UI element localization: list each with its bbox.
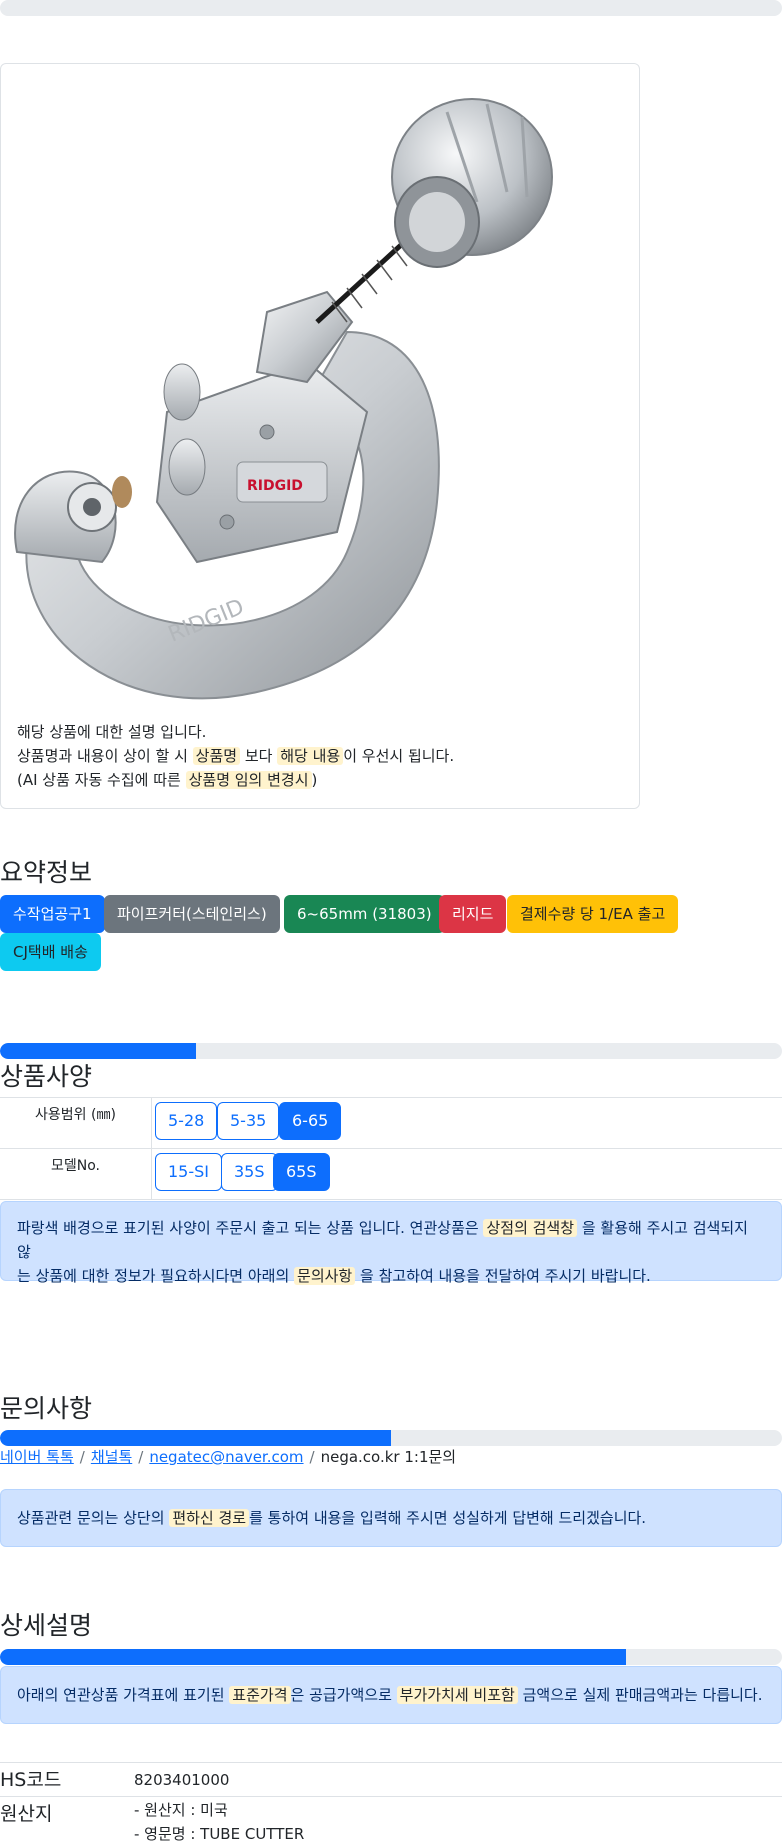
notice-text: (AI 상품 자동 수집에 따른 [17, 771, 181, 789]
hs-code-label: HS코드 [0, 1769, 62, 1791]
badge-size[interactable]: 6~65mm (31803) [284, 895, 445, 933]
inquiry-title: 문의사항 [0, 1394, 93, 1423]
inquiry-progress [0, 1430, 782, 1446]
specs-title: 상품사양 [0, 1062, 93, 1091]
notice-text: ) [311, 771, 318, 789]
alert-highlight: 편하신 경로 [169, 1509, 250, 1527]
detail-progress-fill [0, 1649, 626, 1665]
alert-highlight: 상점의 검색창 [483, 1219, 578, 1237]
link-separator: / [309, 1448, 315, 1466]
alert-highlight: 부가가치세 비포함 [396, 1686, 518, 1704]
alert-text: 파랑색 배경으로 표기된 사양이 주문시 출고 되는 상품 입니다. 연관상품은 [17, 1219, 479, 1237]
summary-title: 요약정보 [0, 858, 93, 887]
inquiry-links: 네이버 톡톡 / 채널톡 / negatec@naver.com / nega.co.kr … [0, 1446, 456, 1467]
notice-line-1: 해당 상품에 대한 설명 입니다. [17, 723, 207, 741]
origin-value: - 원산지 : 미국 - 영문명 : TUBE CUTTER [134, 1798, 304, 1846]
inquiry-progress-fill [0, 1430, 391, 1446]
site-inquiry-text: nega.co.kr 1:1문의 [320, 1448, 457, 1466]
origin-english-name: - 영문명 : TUBE CUTTER [134, 1825, 305, 1843]
alert-line: 파랑색 배경으로 표기된 사양이 주문시 출고 되는 상품 입니다. 연관상품은… [17, 1216, 765, 1264]
badge-shipping[interactable]: CJ택배 배송 [0, 933, 101, 971]
alert-text: 를 통하여 내용을 입력해 주시면 성실하게 답변해 드리겠습니다. [249, 1509, 647, 1527]
detail-alert: 아래의 연관상품 가격표에 표기된 표준가격 은 공급가액으로 부가가치세 비포함… [0, 1666, 782, 1724]
badge-brand[interactable]: 리지드 [439, 895, 507, 933]
alert-text: 을 참고하여 내용을 전달하여 주시기 바랍니다. [360, 1267, 651, 1285]
notice-highlight: 해당 내용 [277, 747, 344, 765]
alert-text: 은 공급가액으로 [290, 1686, 392, 1704]
notice-highlight: 상품명 임의 변경시 [185, 771, 312, 789]
spec-table: 사용범위 (㎜) 5-28 5-35 6-65 모델No. 15-SI 35S … [0, 1097, 782, 1200]
alert-text: 아래의 연관상품 가격표에 표기된 [17, 1686, 225, 1704]
tube-cutter-image: RIDGID RIDGID [14, 98, 553, 700]
spec-option[interactable]: 5-28 [155, 1102, 218, 1140]
link-separator: / [138, 1448, 144, 1466]
spec-option-selected[interactable]: 6-65 [279, 1102, 342, 1140]
notice-highlight: 상품명 [192, 747, 241, 765]
link-separator: / [79, 1448, 85, 1466]
spec-option-selected[interactable]: 65S [273, 1153, 330, 1191]
spec-row-model: 모델No. 15-SI 35S 65S [0, 1149, 782, 1200]
origin-row: 원산지 - 원산지 : 미국 - 영문명 : TUBE CUTTER [0, 1796, 782, 1846]
origin-country: - 원산지 : 미국 [134, 1801, 228, 1819]
alert-line: 는 상품에 대한 정보가 필요하시다면 아래의 문의사항 을 참고하여 내용을 … [17, 1264, 765, 1288]
origin-label: 원산지 [0, 1803, 53, 1825]
inquiry-alert: 상품관련 문의는 상단의 편하신 경로 를 통하여 내용을 입력해 주시면 성실하… [0, 1489, 782, 1547]
detail-progress [0, 1649, 782, 1665]
hs-code-row: HS코드 8203401000 [0, 1762, 782, 1796]
specs-progress [0, 1043, 782, 1059]
alert-text: 는 상품에 대한 정보가 필요하시다면 아래의 [17, 1267, 290, 1285]
detail-title: 상세설명 [0, 1611, 93, 1640]
alert-text: 금액으로 실제 판매금액과는 다릅니다. [522, 1686, 763, 1704]
spec-option[interactable]: 15-SI [155, 1153, 223, 1191]
alert-highlight: 문의사항 [294, 1267, 356, 1285]
badge-quantity[interactable]: 결제수량 당 1/EA 출고 [507, 895, 679, 933]
svg-text:RIDGID: RIDGID [247, 478, 303, 494]
specs-alert: 파랑색 배경으로 표기된 사양이 주문시 출고 되는 상품 입니다. 연관상품은… [0, 1201, 782, 1285]
notice-text: 상품명과 내용이 상이 할 시 [17, 747, 188, 765]
alert-highlight: 표준가격 [229, 1686, 291, 1704]
product-notice: 해당 상품에 대한 설명 입니다. 상품명과 내용이 상이 할 시 상품명 보다… [17, 720, 454, 792]
spec-option[interactable]: 5-35 [217, 1102, 280, 1140]
naver-talk-link[interactable]: 네이버 톡톡 [0, 1448, 74, 1466]
top-progress-bar [0, 0, 782, 16]
notice-text: 보다 [244, 747, 273, 765]
product-card: RIDGID RIDGID 해당 상품에 대한 설명 입니다. 상품명과 내용이… [0, 63, 640, 809]
badge-type[interactable]: 파이프커터(스테인리스) [104, 895, 280, 933]
badge-category[interactable]: 수작업공구1 [0, 895, 105, 933]
notice-text: 이 우선시 됩니다. [343, 747, 455, 765]
spec-row-range: 사용범위 (㎜) 5-28 5-35 6-65 [0, 1098, 782, 1149]
spec-option[interactable]: 35S [221, 1153, 278, 1191]
channel-talk-link[interactable]: 채널톡 [91, 1448, 132, 1466]
spec-label: 모델No. [0, 1149, 152, 1199]
notice-line-3: (AI 상품 자동 수집에 따른 상품명 임의 변경시) [17, 768, 454, 792]
spec-label: 사용범위 (㎜) [0, 1098, 152, 1148]
alert-text: 상품관련 문의는 상단의 [17, 1509, 165, 1527]
hs-code-value: 8203401000 [134, 1771, 230, 1789]
email-link[interactable]: negatec@naver.com [149, 1448, 303, 1466]
notice-line-2: 상품명과 내용이 상이 할 시 상품명 보다 해당 내용 이 우선시 됩니다. [17, 744, 454, 768]
